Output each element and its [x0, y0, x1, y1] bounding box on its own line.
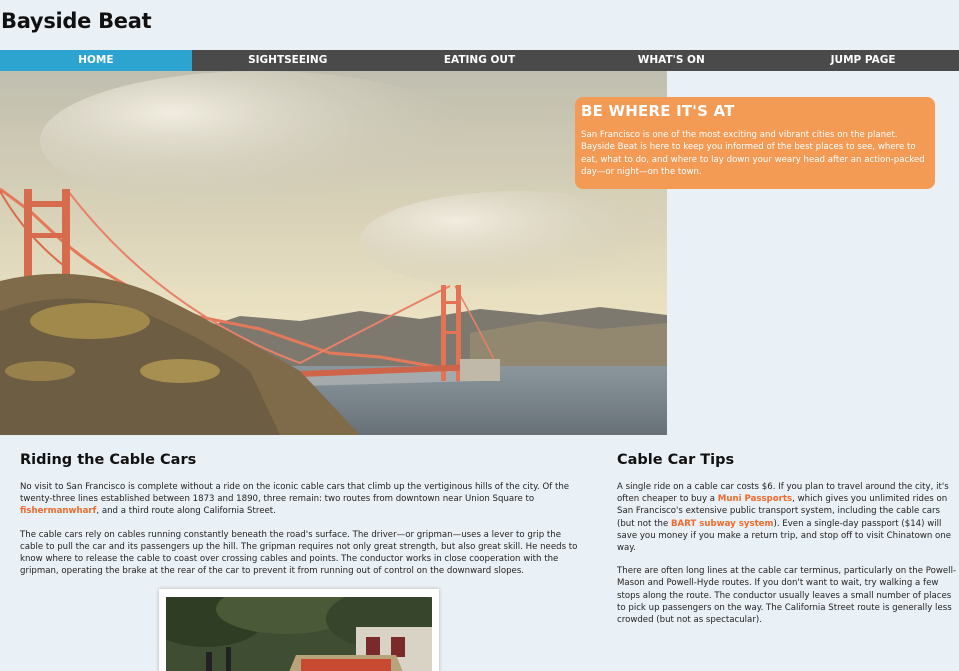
- site-title[interactable]: Bayside Beat: [1, 9, 152, 33]
- article-heading: Riding the Cable Cars: [20, 452, 197, 468]
- article-paragraph-1: No visit to San Francisco is complete wi…: [20, 481, 580, 518]
- intro-callout: BE WHERE IT'S AT San Francisco is one of…: [575, 97, 935, 189]
- main-nav: HOME SIGHTSEEING EATING OUT WHAT'S ON JU…: [0, 50, 959, 71]
- nav-item-eating-out[interactable]: EATING OUT: [384, 50, 576, 71]
- golden-gate-bridge-photo: [0, 71, 667, 435]
- callout-title: BE WHERE IT'S AT: [581, 102, 735, 120]
- nav-item-jump-page[interactable]: JUMP PAGE: [767, 50, 959, 71]
- nav-item-sightseeing[interactable]: SIGHTSEEING: [192, 50, 384, 71]
- fishermanwharf-link[interactable]: fishermanwharf: [20, 506, 96, 516]
- cable-car-photo-card: [159, 589, 439, 671]
- nav-item-whats-on[interactable]: WHAT'S ON: [575, 50, 767, 71]
- tips-heading: Cable Car Tips: [617, 452, 735, 468]
- cable-car-photo: [166, 597, 432, 671]
- muni-passports-link[interactable]: Muni Passports: [718, 494, 792, 504]
- tips-paragraph-1: A single ride on a cable car costs $6. I…: [617, 481, 959, 554]
- cable-car-tips: Cable Car Tips A single ride on a cable …: [617, 452, 959, 637]
- hero-image: [0, 71, 667, 435]
- article-paragraph-2: The cable cars rely on cables running co…: [20, 529, 578, 577]
- nav-item-home[interactable]: HOME: [0, 50, 192, 71]
- tips-paragraph-2: There are often long lines at the cable …: [617, 566, 957, 626]
- article-cable-cars: Riding the Cable Cars No visit to San Fr…: [20, 452, 580, 588]
- bart-subway-link[interactable]: BART subway system: [671, 519, 773, 529]
- article-p1-text-b: , and a third route along California Str…: [96, 506, 276, 517]
- callout-body: San Francisco is one of the most excitin…: [581, 130, 925, 177]
- article-p1-text-a: No visit to San Francisco is complete wi…: [20, 482, 570, 505]
